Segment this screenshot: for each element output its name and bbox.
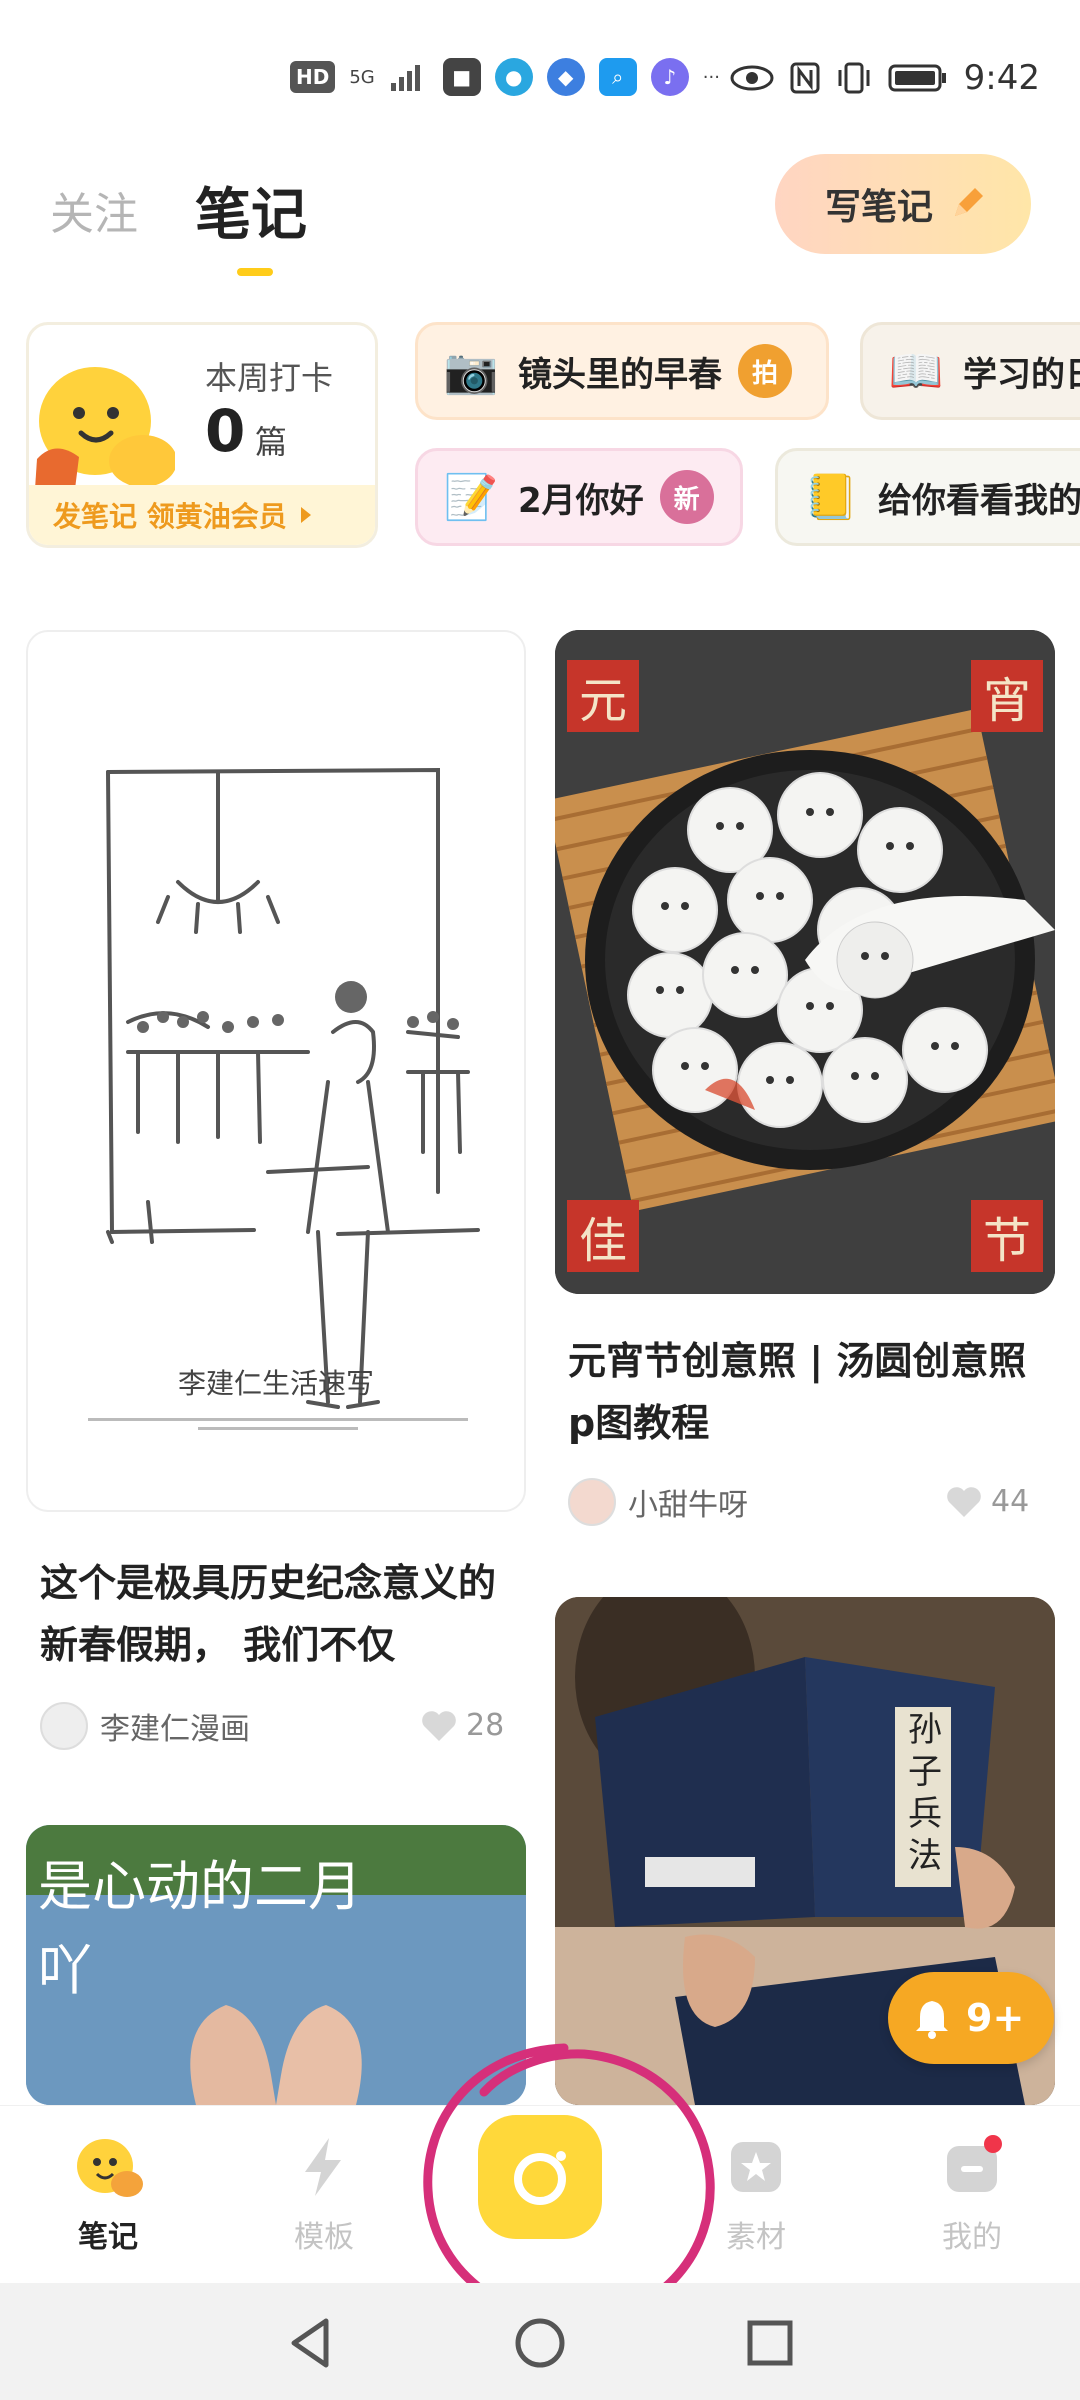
topic-chip-label: 给你看看我的 xyxy=(878,480,1080,521)
clock: 9:42 xyxy=(963,58,1040,98)
heart-icon xyxy=(947,1486,981,1517)
notification-count: 9+ xyxy=(966,1996,1025,2040)
active-tab-indicator xyxy=(237,268,273,276)
pencil-icon xyxy=(955,188,984,216)
sketch-fine-print xyxy=(88,1418,468,1430)
book-icon: 📖 xyxy=(888,346,944,397)
corner-char-jia: 佳 xyxy=(567,1200,639,1272)
checkin-unit: 篇 xyxy=(255,423,288,461)
status-left-icons: HD 5G ■ ● ◆ ⌕ ♪ ··· xyxy=(290,58,720,96)
topic-chip-hello-february[interactable]: 📝 2月你好 新 xyxy=(415,448,743,546)
note-author: 李建仁漫画 xyxy=(100,1712,250,1747)
more-notifications-icon: ··· xyxy=(702,66,720,88)
corner-char-xiao: 宵 xyxy=(971,660,1043,732)
home-icon[interactable] xyxy=(510,2313,570,2373)
topic-chip-label: 镜头里的早春 xyxy=(518,354,722,395)
checkin-label: 本周打卡 xyxy=(205,359,334,397)
note-author: 小甜牛呀 xyxy=(628,1488,748,1523)
tab-follow[interactable]: 关注 xyxy=(50,178,138,242)
write-note-label: 写笔记 xyxy=(825,187,934,228)
tab-notes[interactable]: 笔记 xyxy=(195,170,307,251)
like-counter[interactable]: 44 xyxy=(945,1484,1029,1519)
nav-mine[interactable]: 我的 xyxy=(902,2132,1042,2256)
lake-overlay-text: 是心动的二月吖 xyxy=(38,1855,362,2002)
star-box-icon xyxy=(731,2142,781,2192)
note-author-row[interactable]: 小甜牛呀 xyxy=(568,1478,748,1526)
note-title[interactable]: 元宵节创意照 | 汤圆创意照p图教程 xyxy=(568,1330,1048,1454)
nfc-icon xyxy=(790,62,820,94)
note-title[interactable]: 这个是极具历史纪念意义的新春假期， 我们不仅 xyxy=(40,1552,520,1676)
camera-icon: 📷 xyxy=(443,346,499,397)
checkin-footer[interactable]: 发笔记 领黄油会员 xyxy=(29,485,375,545)
nav-label: 笔记 xyxy=(78,2220,138,2255)
corner-char-yuan: 元 xyxy=(567,660,639,732)
corner-char-jie: 节 xyxy=(971,1200,1043,1272)
profile-icon xyxy=(947,2135,1002,2192)
notification-bell-button[interactable]: 9+ xyxy=(888,1972,1054,2064)
chevron-right-icon xyxy=(300,507,311,523)
system-navigation-bar xyxy=(0,2283,1080,2400)
status-right: 9:42 xyxy=(730,58,1040,98)
search-app-icon: ⌕ xyxy=(598,58,637,96)
nav-notes[interactable]: 笔记 xyxy=(38,2132,178,2256)
vibrate-icon xyxy=(838,62,870,94)
topic-chip-label: 2月你好 xyxy=(518,480,644,521)
signal-bars-icon xyxy=(390,65,420,91)
nav-templates[interactable]: 模板 xyxy=(254,2132,394,2256)
lightning-icon xyxy=(305,2138,341,2196)
topic-chip-show-you[interactable]: 📒 给你看看我的 xyxy=(775,448,1080,546)
note-card-image-yuanxiao[interactable]: 元 宵 佳 节 xyxy=(555,630,1055,1294)
like-counter[interactable]: 28 xyxy=(420,1708,504,1743)
app-icon-blue: ● xyxy=(494,58,533,96)
butter-mascot-icon xyxy=(35,367,175,489)
topic-chip-study[interactable]: 📖 学习的日 xyxy=(860,322,1080,420)
topic-tag-badge: 拍 xyxy=(738,344,792,398)
heart-icon xyxy=(422,1710,456,1741)
book-cover-title: 孙子兵法 xyxy=(908,1710,942,1876)
recents-icon[interactable] xyxy=(740,2313,800,2373)
bell-icon xyxy=(916,2001,948,2039)
checkin-promo-text: 发笔记 领黄油会员 xyxy=(53,500,287,533)
note-author-row[interactable]: 李建仁漫画 xyxy=(40,1702,250,1750)
header: 关注 笔记 写笔记 xyxy=(0,150,1080,300)
note-card-image-sketch[interactable]: 李建仁生活速写 xyxy=(26,630,526,1512)
nav-label: 模板 xyxy=(294,2220,354,2255)
sketch-caption: 李建仁生活速写 xyxy=(177,1367,374,1400)
checkin-count: 0 xyxy=(205,397,246,465)
like-count: 44 xyxy=(991,1484,1030,1519)
avatar xyxy=(40,1702,88,1750)
topic-chip-early-spring[interactable]: 📷 镜头里的早春 拍 xyxy=(415,322,829,420)
butter-notes-icon xyxy=(77,2139,143,2197)
status-bar: HD 5G ■ ● ◆ ⌕ ♪ ··· 9:42 xyxy=(0,0,1080,150)
notebook-icon: 📒 xyxy=(803,472,859,523)
eye-icon xyxy=(730,65,774,91)
nav-label: 我的 xyxy=(942,2220,1002,2255)
signal-indicator: 5G xyxy=(349,66,375,88)
battery-icon xyxy=(888,64,946,92)
hd-badge: HD xyxy=(290,61,336,93)
notepad-icon: 📝 xyxy=(443,472,499,523)
like-count: 28 xyxy=(466,1708,505,1743)
topic-tag-badge: 新 xyxy=(659,470,714,524)
write-note-button[interactable]: 写笔记 xyxy=(775,154,1031,254)
back-icon[interactable] xyxy=(280,2313,340,2373)
avatar xyxy=(568,1478,616,1526)
app-icon-compass: ◆ xyxy=(546,58,585,96)
weekly-checkin-card[interactable]: 本周打卡 0 篇 发笔记 领黄油会员 xyxy=(26,322,378,548)
huawei-app-icon: ■ xyxy=(442,58,481,96)
music-app-icon: ♪ xyxy=(650,58,689,96)
topic-chip-label: 学习的日 xyxy=(963,354,1080,395)
